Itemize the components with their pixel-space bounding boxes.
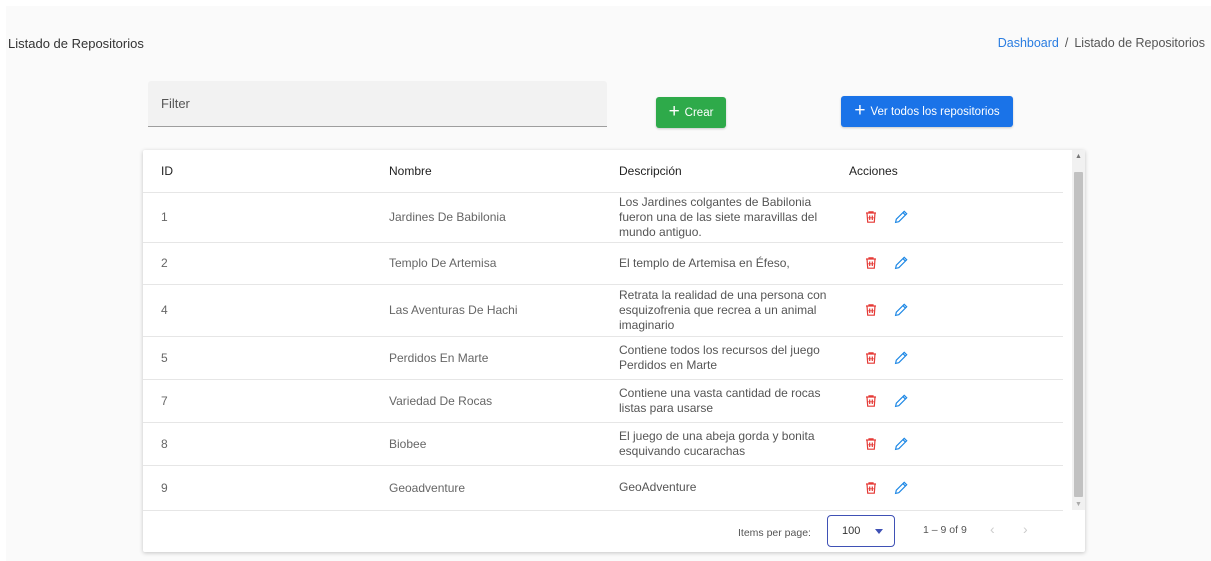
breadcrumb-current: Listado de Repositorios [1074, 36, 1205, 50]
cell-id: 2 [143, 242, 389, 285]
table-header-row: ID Nombre Descripción Acciones [143, 150, 1063, 193]
row-actions [849, 350, 1063, 366]
view-all-repositories-button[interactable]: + Ver todos los repositorios [841, 96, 1013, 127]
scroll-up-arrow-icon[interactable]: ▲ [1075, 153, 1082, 160]
cell-acciones [849, 192, 1063, 243]
cell-acciones [849, 336, 1063, 380]
cell-nombre: Las Aventuras De Hachi [389, 284, 619, 337]
repositories-table: ID Nombre Descripción Acciones 1 Jardine… [143, 150, 1063, 511]
page: Listado de Repositorios Dashboard / Listad… [6, 6, 1211, 561]
cell-acciones [849, 379, 1063, 423]
column-header-acciones: Acciones [849, 150, 1063, 193]
trash-icon[interactable] [863, 255, 879, 271]
plus-icon: + [854, 100, 866, 121]
pencil-icon[interactable] [893, 255, 909, 271]
breadcrumb: Dashboard / Listado de Repositorios [998, 36, 1205, 50]
repositories-table-card: ID Nombre Descripción Acciones 1 Jardine… [143, 150, 1085, 552]
breadcrumb-separator: / [1064, 36, 1069, 50]
items-per-page-value: 100 [842, 525, 861, 537]
pencil-icon[interactable] [893, 350, 909, 366]
cell-acciones [849, 465, 1063, 511]
chevron-left-icon[interactable]: ‹ [990, 521, 995, 537]
create-button[interactable]: + Crear [656, 97, 726, 128]
table-row: 2 Templo De Artemisa El templo de Artemi… [143, 242, 1063, 285]
trash-icon[interactable] [863, 393, 879, 409]
cell-nombre: Geoadventure [389, 465, 619, 511]
caret-down-icon [875, 529, 883, 534]
row-actions [849, 302, 1063, 318]
pencil-icon[interactable] [893, 480, 909, 496]
table-row: 5 Perdidos En Marte Contiene todos los r… [143, 336, 1063, 380]
cell-nombre: Jardines De Babilonia [389, 192, 619, 243]
row-actions [849, 393, 1063, 409]
cell-nombre: Templo De Artemisa [389, 242, 619, 285]
trash-icon[interactable] [863, 302, 879, 318]
table-row: 7 Variedad De Rocas Contiene una vasta c… [143, 379, 1063, 423]
cell-id: 9 [143, 465, 389, 511]
cell-descripcion: El juego de una abeja gorda y bonita esq… [619, 422, 849, 466]
pencil-icon[interactable] [893, 302, 909, 318]
row-actions [849, 436, 1063, 452]
cell-id: 4 [143, 284, 389, 337]
cell-id: 8 [143, 422, 389, 466]
table-scrollbar[interactable]: ▲ ▼ [1072, 150, 1085, 510]
paginator: Items per page: 100 1 – 9 of 9 ‹ › [143, 510, 1085, 552]
cell-descripcion: El templo de Artemisa en Éfeso, [619, 242, 849, 285]
view-all-button-label: Ver todos los repositorios [870, 105, 1000, 118]
items-per-page-label: Items per page: [738, 527, 811, 539]
trash-icon[interactable] [863, 209, 879, 225]
row-actions [849, 255, 1063, 271]
cell-acciones [849, 422, 1063, 466]
row-actions [849, 209, 1063, 225]
pencil-icon[interactable] [893, 436, 909, 452]
table-row: 9 Geoadventure GeoAdventure [143, 465, 1063, 511]
cell-id: 1 [143, 192, 389, 243]
row-actions [849, 480, 1063, 496]
cell-descripcion: Retrata la realidad de una persona con e… [619, 284, 849, 337]
items-per-page-select[interactable]: 100 [827, 515, 895, 547]
trash-icon[interactable] [863, 436, 879, 452]
scrollbar-thumb[interactable] [1074, 172, 1083, 497]
plus-icon: + [668, 101, 680, 122]
cell-nombre: Variedad De Rocas [389, 379, 619, 423]
column-header-id: ID [143, 150, 389, 193]
table-row: 4 Las Aventuras De Hachi Retrata la real… [143, 284, 1063, 337]
trash-icon[interactable] [863, 350, 879, 366]
page-title: Listado de Repositorios [8, 36, 144, 51]
chevron-right-icon[interactable]: › [1023, 521, 1028, 537]
cell-nombre: Perdidos En Marte [389, 336, 619, 380]
filter-field[interactable] [148, 81, 607, 127]
column-header-nombre: Nombre [389, 150, 619, 193]
filter-input[interactable] [148, 81, 607, 126]
create-button-label: Crear [684, 106, 714, 119]
scroll-down-arrow-icon[interactable]: ▼ [1075, 501, 1082, 508]
breadcrumb-link-dashboard[interactable]: Dashboard [998, 36, 1059, 50]
cell-acciones [849, 242, 1063, 285]
cell-descripcion: Contiene una vasta cantidad de rocas lis… [619, 379, 849, 423]
page-range-label: 1 – 9 of 9 [923, 524, 967, 536]
column-header-descripcion: Descripción [619, 150, 849, 193]
cell-descripcion: GeoAdventure [619, 465, 849, 511]
cell-nombre: Biobee [389, 422, 619, 466]
cell-acciones [849, 284, 1063, 337]
cell-id: 7 [143, 379, 389, 423]
pencil-icon[interactable] [893, 393, 909, 409]
cell-descripcion: Contiene todos los recursos del juego Pe… [619, 336, 849, 380]
pencil-icon[interactable] [893, 209, 909, 225]
cell-id: 5 [143, 336, 389, 380]
table-row: 8 Biobee El juego de una abeja gorda y b… [143, 422, 1063, 466]
trash-icon[interactable] [863, 480, 879, 496]
cell-descripcion: Los Jardines colgantes de Babilonia fuer… [619, 192, 849, 243]
table-row: 1 Jardines De Babilonia Los Jardines col… [143, 192, 1063, 243]
